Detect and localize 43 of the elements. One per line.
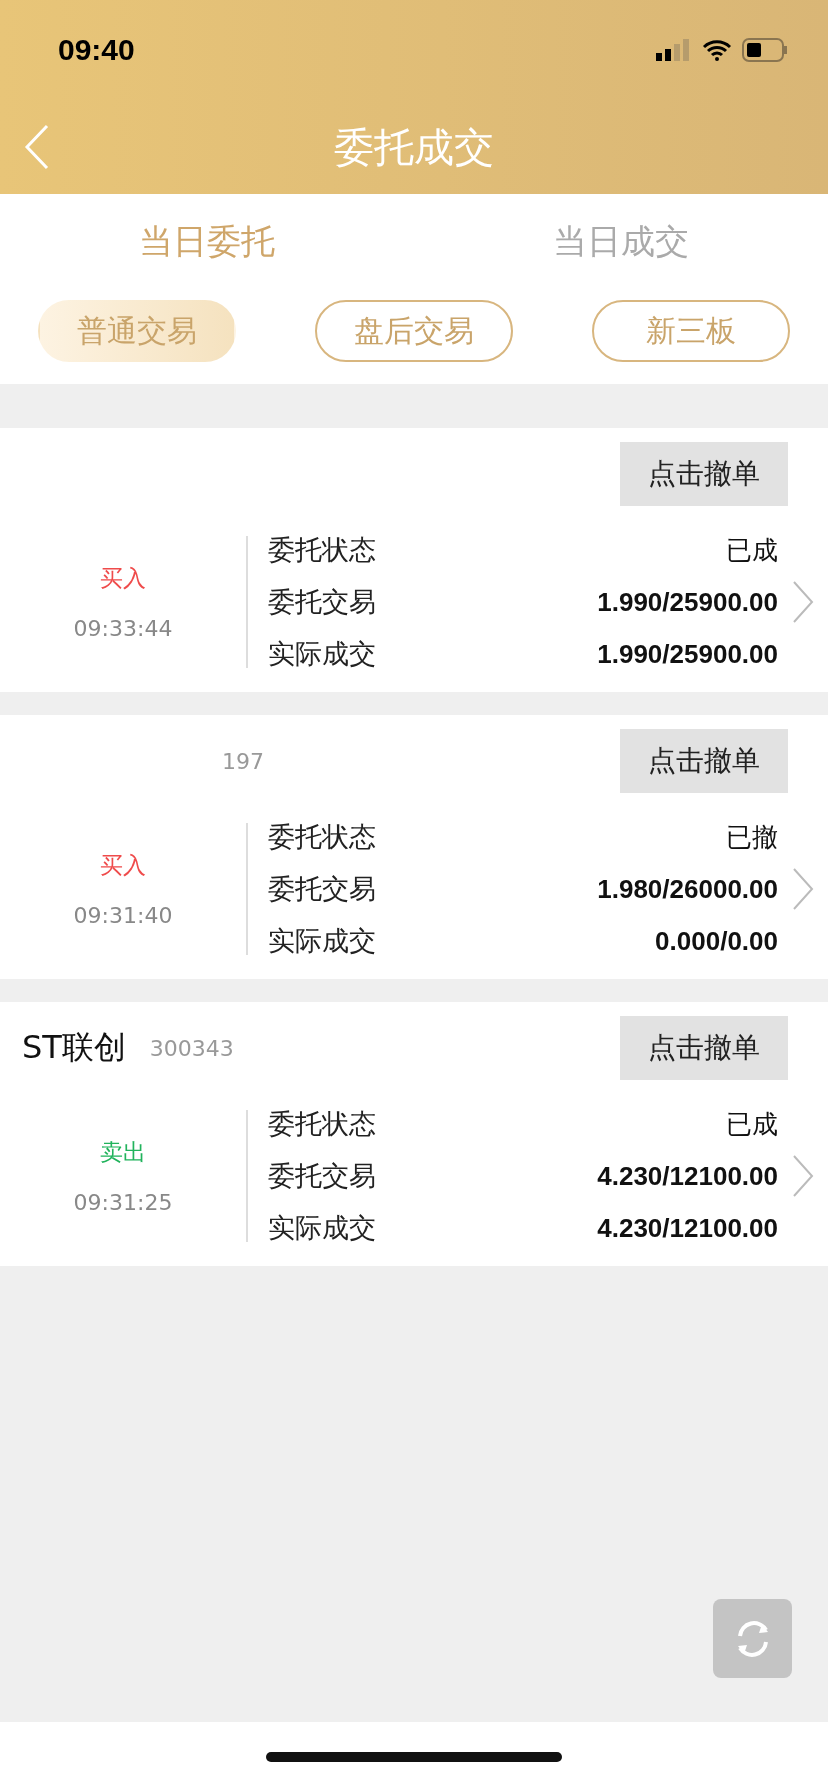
order-card[interactable]: ST联创 300343 点击撤单 卖出 09:31:25 委托状态 已成 委托交易 4.230/12100.00 实际成交 4.230/12100.00 (0, 1002, 828, 1266)
signal-icon (656, 39, 692, 61)
field-value: 已成 (726, 533, 778, 567)
field-value: 1.990/25900.00 (597, 586, 778, 618)
field-label: 委托交易 (268, 585, 376, 619)
field-value: 0.000/0.00 (655, 925, 778, 957)
chevron-right-icon[interactable] (792, 1154, 814, 1198)
back-icon[interactable] (24, 124, 50, 170)
trade-side: 卖出 (100, 1138, 146, 1167)
field-label: 委托状态 (268, 820, 376, 854)
field-label: 委托状态 (268, 533, 376, 567)
field-label: 实际成交 (268, 637, 376, 671)
battery-icon (742, 38, 788, 62)
stock-code: 300343 (149, 1035, 234, 1061)
cancel-order-button[interactable]: 点击撤单 (620, 442, 788, 506)
field-value: 1.980/26000.00 (597, 873, 778, 905)
trade-side: 买入 (100, 851, 146, 880)
stock-name: ST联创 (22, 1027, 126, 1068)
field-label: 委托交易 (268, 1159, 376, 1193)
field-value: 已成 (726, 1107, 778, 1141)
stock-code: 197 (222, 748, 264, 774)
cancel-order-button[interactable]: 点击撤单 (620, 729, 788, 793)
trade-side: 买入 (100, 564, 146, 593)
order-time: 09:33:44 (73, 616, 173, 641)
wifi-icon (702, 39, 732, 61)
field-label: 实际成交 (268, 924, 376, 958)
field-value: 1.990/25900.00 (597, 638, 778, 670)
field-value: 4.230/12100.00 (597, 1160, 778, 1192)
chevron-right-icon[interactable] (792, 580, 814, 624)
field-label: 委托状态 (268, 1107, 376, 1141)
cancel-order-button[interactable]: 点击撤单 (620, 1016, 788, 1080)
field-label: 委托交易 (268, 872, 376, 906)
field-value: 已撤 (726, 820, 778, 854)
order-time: 09:31:40 (73, 903, 173, 928)
field-label: 实际成交 (268, 1211, 376, 1245)
page-title: 委托成交 (334, 122, 494, 172)
status-time: 09:40 (58, 33, 135, 67)
field-value: 4.230/12100.00 (597, 1212, 778, 1244)
order-card[interactable]: 点击撤单 买入 09:33:44 委托状态 已成 委托交易 1.990/25900.00 实际成交 1.990/25900.00 (0, 428, 828, 692)
order-card[interactable]: 197 点击撤单 买入 09:31:40 委托状态 已撤 委托交易 1.980/26000.00 实际成交 0.000/0.00 (0, 715, 828, 979)
chevron-right-icon[interactable] (792, 867, 814, 911)
order-time: 09:31:25 (73, 1190, 173, 1215)
refresh-button[interactable] (713, 1599, 792, 1678)
